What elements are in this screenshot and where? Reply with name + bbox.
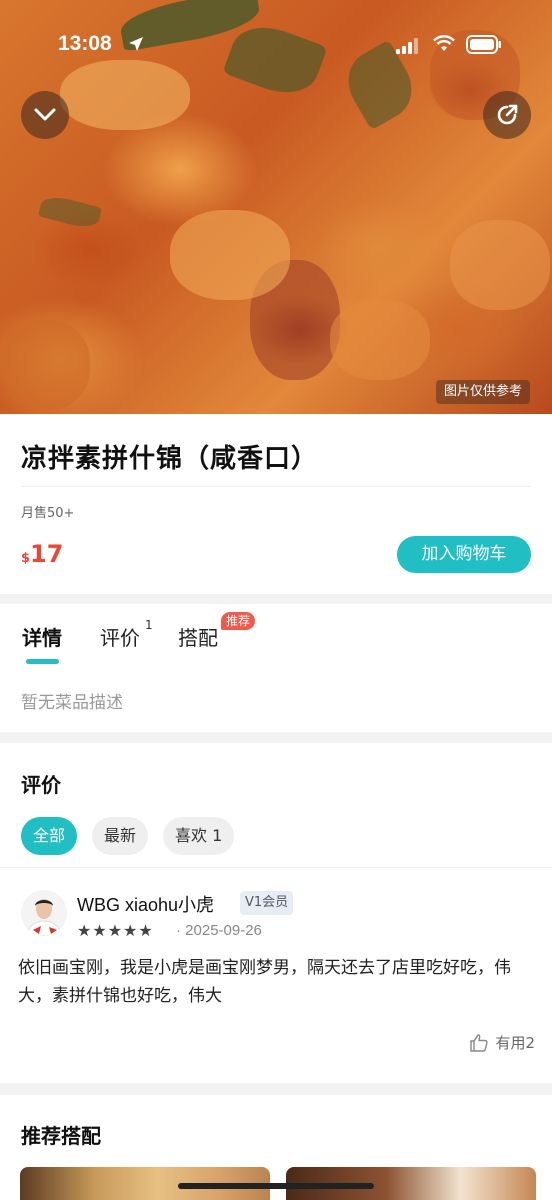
thumbs-up-icon [470,1033,489,1052]
recommend-title: 推荐搭配 [21,1124,101,1148]
star-rating: ★★★★★ [77,921,154,940]
recommend-badge: 推荐 [221,612,256,630]
status-time: 13:08 [58,32,112,55]
product-title: 凉拌素拼什锦（咸香口） [21,444,319,474]
page: 13:08 图片仅供参考 凉拌素拼什锦（咸香口） 月售50+ $17 加入购物车… [0,0,552,1200]
monthly-sales: 月售50+ [21,506,75,521]
tab-reviews-count: 1 [145,618,153,632]
tab-details[interactable]: 详情 [22,622,62,651]
price: $17 [21,540,63,568]
avatar[interactable] [21,890,67,936]
chevron-down-icon [34,108,56,121]
signal-icon [396,38,418,54]
filter-latest-chip[interactable]: 最新 [92,817,149,855]
location-arrow-icon [129,37,143,51]
empty-description: 暂无菜品描述 [21,693,123,713]
helpful-label: 有用2 [495,1034,535,1052]
share-button[interactable] [483,91,531,139]
review-text: 依旧画宝刚，我是小虎是画宝刚梦男，隔天还去了店里吃好吃，伟大，素拼什锦也好吃，伟… [18,958,511,1006]
active-tab-indicator [26,659,59,664]
product-info-card: 凉拌素拼什锦（咸香口） 月售50+ $17 加入购物车 [0,414,552,594]
back-button[interactable] [21,91,69,139]
review-date: · 2025-09-26 [176,922,262,939]
image-disclaimer: 图片仅供参考 [435,380,530,404]
status-bar: 13:08 [0,0,552,90]
reviewer-name[interactable]: WBG xiaohu小虎 [77,891,214,917]
reviews-section: 评价 全部 最新 喜欢 1 WBG xiaohu小虎 V1会员 ★★★★★ · … [0,743,552,1083]
divider [0,867,552,868]
details-section: 详情 评价 1 搭配 推荐 暂无菜品描述 [0,604,552,732]
tab-pairings[interactable]: 搭配 [178,622,218,651]
user-avatar-image [21,890,67,936]
share-icon [497,104,518,125]
dish-photo: 13:08 图片仅供参考 [0,0,552,414]
filter-liked-chip[interactable]: 喜欢 1 [163,817,235,855]
tab-reviews[interactable]: 评价 [100,622,140,651]
wifi-icon [433,35,455,51]
reviews-title: 评价 [21,773,61,797]
currency-symbol: $ [21,551,31,566]
divider [21,486,531,487]
battery-icon [466,35,501,54]
home-indicator [178,1183,374,1189]
helpful-button[interactable]: 有用2 [469,1032,535,1053]
filter-all-chip[interactable]: 全部 [21,817,78,855]
price-value: 17 [30,540,64,568]
add-to-cart-button[interactable]: 加入购物车 [397,536,531,573]
member-badge: V1会员 [240,891,294,915]
